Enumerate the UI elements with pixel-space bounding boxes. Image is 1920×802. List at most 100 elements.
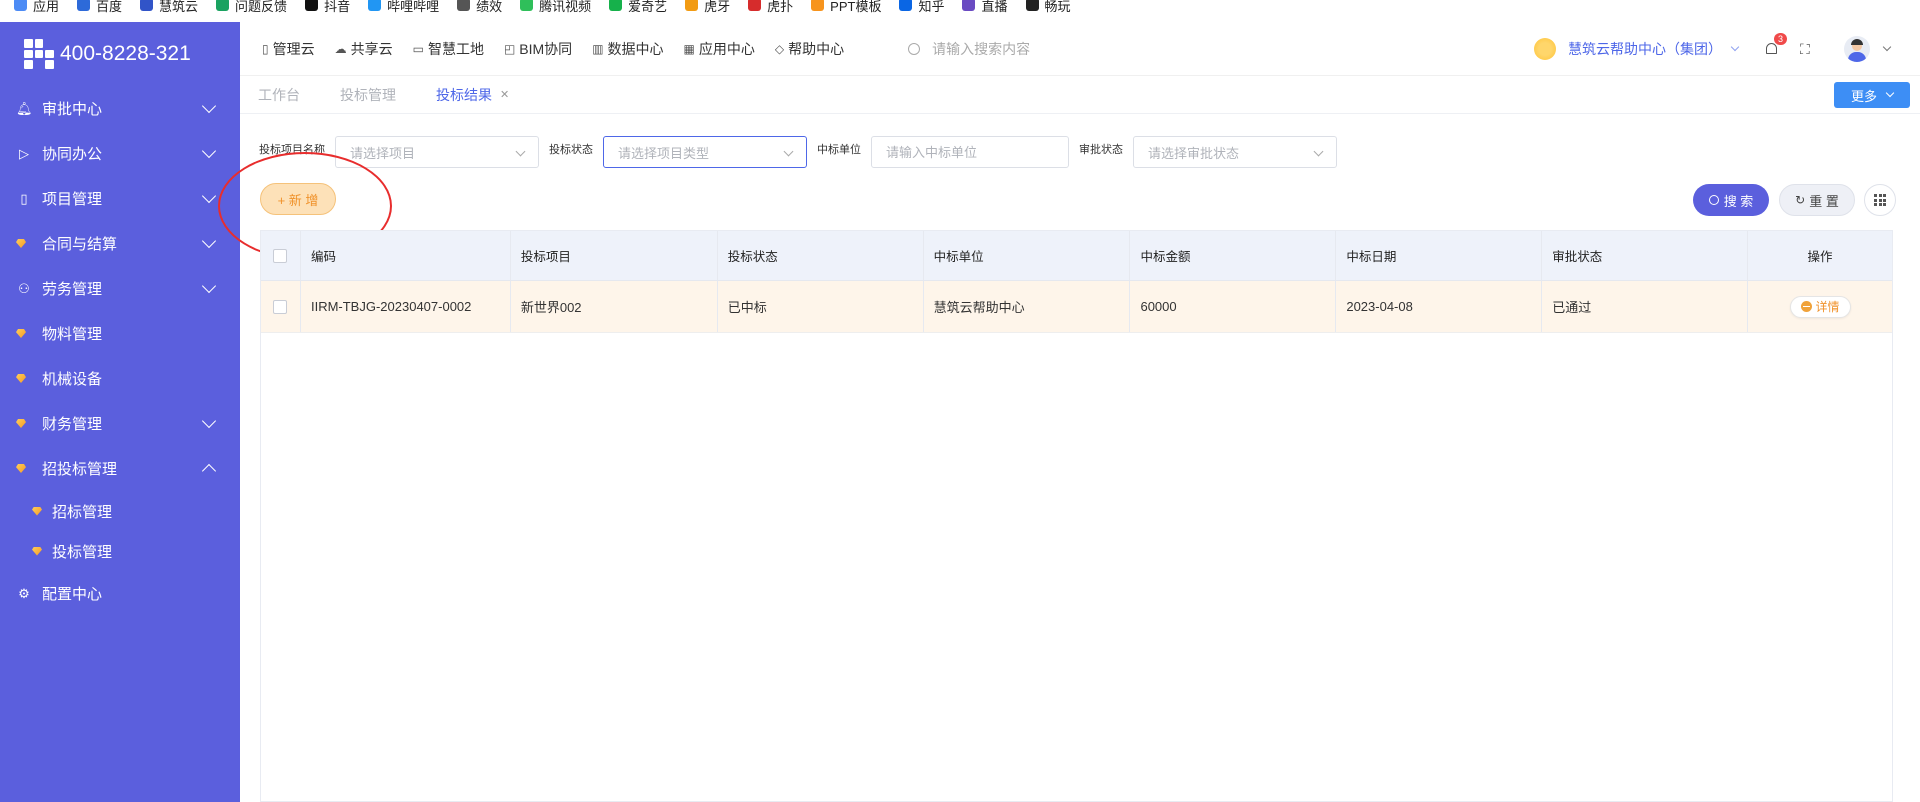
filter-bar: 投标项目名称 请选择项目 投标状态 请选择项目类型 中标单位 审批状态 请选择审批状态 (259, 136, 1347, 168)
chevron-down-icon (201, 278, 217, 294)
user-menu-chevron-icon[interactable] (1882, 42, 1892, 52)
top-nav-item[interactable]: ◰ BIM协同 (504, 39, 572, 59)
chevron-down-icon (515, 146, 526, 157)
search-input[interactable] (932, 40, 1133, 57)
sidebar-subitem[interactable]: 投标管理 (0, 531, 240, 571)
detail-button[interactable]: 详情 (1789, 295, 1851, 318)
sidebar-subitem[interactable]: 招标管理 (0, 491, 240, 531)
sidebar-item[interactable]: 物料管理 (0, 311, 240, 356)
table-row[interactable]: IIRM-TBJG-20230407-0002 新世界002 已中标 慧筑云帮助中心 6… (261, 281, 1892, 333)
reset-button[interactable]: ↻ 重 置 (1779, 184, 1855, 216)
results-table: 编码 投标项目 投标状态 中标单位 中标金额 中标日期 审批状态 操作 IIRM-TBJG-2… (260, 230, 1893, 802)
table-cell-amount: 60000 (1130, 281, 1337, 332)
sidebar-item[interactable]: 🔔︎ 审批中心 (0, 86, 240, 131)
bookmark-item[interactable]: 应用 (14, 0, 59, 14)
filter-select[interactable]: 请选择审批状态 (1133, 136, 1337, 168)
column-settings-button[interactable] (1864, 184, 1896, 216)
bookmark-icon (748, 0, 762, 11)
table-cell-date: 2023-04-08 (1336, 281, 1543, 332)
bookmark-item[interactable]: 问题反馈 (216, 0, 287, 14)
bookmarks-bar: 应用 百度 慧筑云 问题反馈 抖音 哔哩哔哩 绩效 腾讯视频 爱奇艺 虎牙 虎扑 PPT模板 知乎 直播 畅… (0, 0, 1920, 14)
top-nav-label: 数据中心 (607, 40, 664, 57)
filter-input[interactable] (871, 136, 1069, 168)
sidebar-subitem-label: 招标管理 (52, 503, 113, 521)
filter-placeholder: 请选择审批状态 (1148, 145, 1240, 161)
bookmark-item[interactable]: 哔哩哔哩 (368, 0, 439, 14)
bookmark-item[interactable]: 畅玩 (1025, 0, 1071, 14)
page-tab[interactable]: 投标结果 ✕ (436, 85, 509, 105)
bookmark-item[interactable]: PPT模板 (811, 0, 881, 14)
sidebar-item[interactable]: 招投标管理 (0, 446, 240, 491)
sidebar-item[interactable]: ▷ 协同办公 (0, 131, 240, 176)
bookmark-item[interactable]: 百度 (77, 0, 122, 14)
bookmark-label: 直播 (981, 0, 1008, 14)
top-nav-item[interactable]: ▥ 数据中心 (592, 39, 663, 59)
filter-text-input[interactable] (886, 144, 1054, 160)
fullscreen-icon[interactable]: ⛶ (1800, 42, 1814, 56)
page-tab-label: 工作台 (258, 86, 300, 103)
header-checkbox-cell (261, 231, 301, 280)
bookmark-label: PPT模板 (830, 0, 882, 14)
top-nav-item[interactable]: ▯ 管理云 (262, 39, 315, 59)
bookmark-label: 爱奇艺 (628, 0, 668, 14)
sidebar-item[interactable]: ▯ 项目管理 (0, 176, 240, 221)
sidebar-item[interactable]: 财务管理 (0, 401, 240, 446)
header-right: 慧筑云帮助中心（集团） 3 ⛶ (1534, 22, 1920, 76)
bookmark-icon (457, 0, 471, 11)
column-header: 中标金额 (1130, 231, 1337, 280)
filter-label: 中标单位 (817, 144, 861, 156)
row-checkbox[interactable] (273, 299, 288, 314)
sidebar-item[interactable]: ⚇ 劳务管理 (0, 266, 240, 311)
add-button[interactable]: + 新 增 (260, 183, 336, 215)
filter-label: 审批状态 (1079, 144, 1123, 156)
bookmark-item[interactable]: 慧筑云 (140, 0, 198, 14)
bookmark-item[interactable]: 绩效 (457, 0, 502, 14)
sidebar-item-label: 劳务管理 (42, 281, 103, 298)
column-header: 编码 (301, 231, 511, 280)
top-nav-item[interactable]: ☁ 共享云 (335, 39, 393, 59)
close-icon[interactable]: ✕ (500, 88, 509, 101)
table-cell-status: 已中标 (718, 281, 924, 332)
sidebar-item-label: 招投标管理 (42, 461, 118, 478)
book-icon: ▯ (20, 190, 28, 206)
filter-select[interactable]: 请选择项目 (335, 136, 539, 168)
notification-bell-icon[interactable]: 3 (1764, 33, 1788, 57)
bookmark-icon (609, 0, 623, 11)
sidebar-item[interactable]: 合同与结算 (0, 221, 240, 266)
sidebar-item-config[interactable]: ⚙ 配置中心 (0, 571, 240, 616)
column-header: 中标日期 (1336, 231, 1543, 280)
bookmark-item[interactable]: 直播 (962, 0, 1008, 14)
more-button[interactable]: 更多 (1834, 82, 1910, 108)
page-tab[interactable]: 工作台 (258, 85, 300, 105)
sidebar-item-label: 项目管理 (42, 191, 103, 208)
nav-icon: ◇ (774, 41, 785, 56)
bookmark-item[interactable]: 虎扑 (748, 0, 793, 14)
filter-placeholder: 请选择项目 (350, 145, 416, 161)
filter-select[interactable]: 请选择项目类型 (603, 136, 807, 168)
search-button[interactable]: 搜 索 (1693, 184, 1769, 216)
sidebar-item[interactable]: 机械设备 (0, 356, 240, 401)
select-all-checkbox[interactable] (273, 248, 288, 263)
bookmark-item[interactable]: 虎牙 (685, 0, 730, 14)
refresh-icon: ↻ (1795, 193, 1806, 207)
sidebar-item-label: 物料管理 (42, 326, 103, 343)
bookmark-item[interactable]: 抖音 (305, 0, 350, 14)
top-nav-item[interactable]: ▭ 智慧工地 (413, 39, 484, 59)
column-header: 审批状态 (1542, 231, 1749, 280)
bookmark-label: 慧筑云 (159, 0, 199, 14)
filter-label: 投标状态 (549, 144, 593, 156)
bookmark-icon (1025, 0, 1039, 11)
table-body: IIRM-TBJG-20230407-0002 新世界002 已中标 慧筑云帮助中心 6… (261, 281, 1892, 333)
chevron-down-icon (201, 233, 217, 249)
global-search (908, 40, 1133, 57)
row-checkbox-cell (261, 281, 301, 332)
bookmark-item[interactable]: 爱奇艺 (609, 0, 667, 14)
bookmark-item[interactable]: 腾讯视频 (520, 0, 591, 14)
page-tab[interactable]: 投标管理 (340, 85, 396, 105)
bookmark-item[interactable]: 知乎 (899, 0, 944, 14)
top-nav-item[interactable]: ▦ 应用中心 (684, 39, 755, 59)
bookmark-label: 抖音 (324, 0, 351, 14)
top-nav-item[interactable]: ◇ 帮助中心 (775, 39, 844, 59)
avatar[interactable] (1844, 36, 1870, 62)
org-switcher[interactable]: 慧筑云帮助中心（集团） (1534, 38, 1740, 60)
